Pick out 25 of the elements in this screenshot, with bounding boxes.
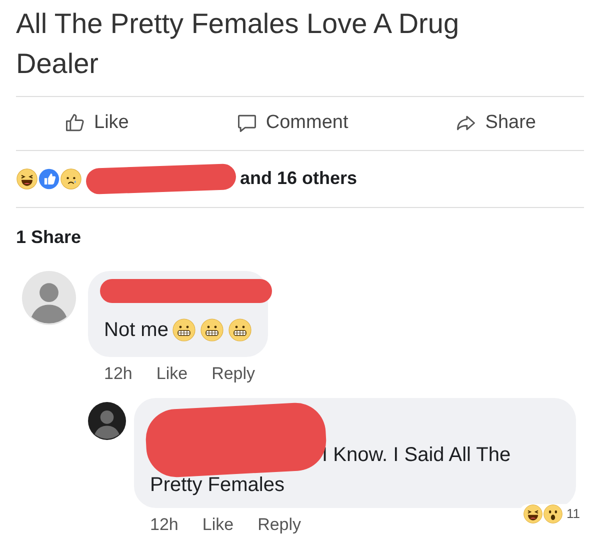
- grimace-emoji-icon: [172, 318, 196, 342]
- comment-action-button[interactable]: Comment: [228, 105, 356, 142]
- reaction-count: 11: [566, 505, 580, 524]
- like-action-button[interactable]: Like: [56, 105, 137, 142]
- wow-emoji-icon: [542, 504, 562, 524]
- like-link[interactable]: Like: [156, 360, 188, 386]
- reactions-summary: and 16 others: [240, 167, 358, 190]
- like-link[interactable]: Like: [202, 512, 234, 538]
- reply-link[interactable]: Reply: [212, 360, 256, 386]
- grimace-emoji-icon: [228, 318, 252, 342]
- reply-link[interactable]: Reply: [258, 512, 302, 538]
- avatar-icon: [88, 402, 126, 440]
- avatar-icon: [22, 270, 76, 324]
- thumbs-up-reaction-icon: [38, 168, 60, 190]
- haha-emoji-icon: [16, 168, 38, 190]
- comment-time: 12h: [104, 362, 132, 384]
- share-action-button[interactable]: Share: [447, 105, 544, 142]
- comment-text: Not me: [104, 318, 168, 342]
- post-title: All The Pretty Females Love A Drug Dealer: [16, 7, 460, 81]
- haha-emoji-icon: [522, 504, 542, 524]
- sad-emoji-icon: [60, 168, 82, 190]
- share-count: 1 Share: [16, 226, 82, 246]
- comment-time: 12h: [150, 514, 178, 536]
- grimace-emoji-icon: [200, 318, 224, 342]
- speech-bubble-icon: [236, 112, 258, 134]
